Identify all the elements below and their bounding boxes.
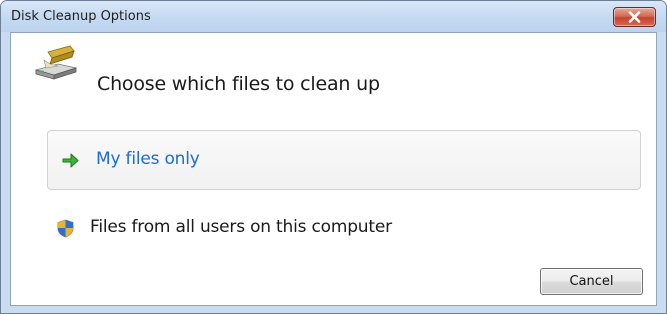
all-users-files-option[interactable]: Files from all users on this computer [47, 198, 641, 258]
close-button[interactable] [613, 7, 656, 27]
my-files-only-label: My files only [96, 149, 200, 169]
my-files-only-option[interactable]: My files only [47, 130, 641, 190]
disk-cleanup-icon [34, 45, 78, 80]
close-icon [628, 11, 641, 23]
uac-shield-icon [57, 219, 74, 238]
cancel-button[interactable]: Cancel [540, 268, 643, 295]
green-arrow-icon [62, 153, 79, 168]
disk-cleanup-options-window: Disk Cleanup Options Choose which files … [0, 0, 667, 314]
page-title: Choose which files to clean up [97, 73, 380, 95]
all-users-files-label: Files from all users on this computer [90, 217, 392, 237]
window-title: Disk Cleanup Options [11, 9, 151, 24]
title-bar[interactable]: Disk Cleanup Options [1, 1, 666, 32]
